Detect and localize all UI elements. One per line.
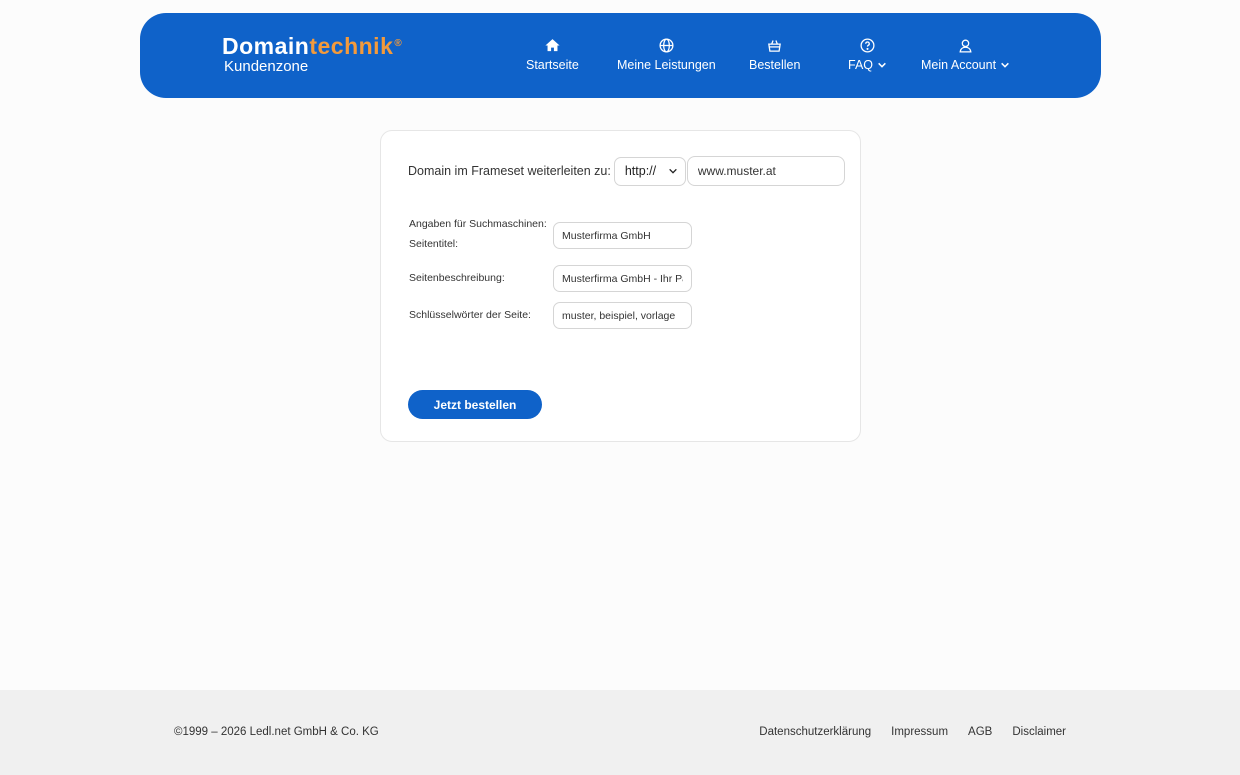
- nav-label: FAQ: [848, 58, 887, 72]
- chevron-down-icon: [878, 62, 886, 68]
- protocol-select[interactable]: http://: [613, 156, 686, 186]
- help-circle-icon: [860, 38, 875, 53]
- nav-label: Meine Leistungen: [617, 58, 716, 72]
- redirect-label: Domain im Frameset weiterleiten zu:: [408, 164, 611, 178]
- site-header: Domaintechnik® Kundenzone Startseite Mei…: [140, 13, 1101, 98]
- redirect-url-input[interactable]: [686, 156, 845, 186]
- copyright: ©1999 – 2026 Ledl.net GmbH & Co. KG: [174, 726, 379, 738]
- protocol-select-value: http://: [624, 164, 657, 178]
- nav-label: Bestellen: [749, 58, 801, 72]
- order-form-card: Domain im Frameset weiterleiten zu: http…: [380, 130, 861, 442]
- basket-icon: [768, 40, 782, 52]
- footer-link-disclaimer[interactable]: Disclaimer: [1012, 726, 1066, 738]
- site-footer: ©1999 – 2026 Ledl.net GmbH & Co. KG Date…: [0, 690, 1240, 775]
- nav-mein-account[interactable]: Mein Account: [921, 37, 1010, 72]
- chevron-down-icon: [1001, 62, 1009, 68]
- user-icon: [959, 39, 972, 53]
- redirect-row: Domain im Frameset weiterleiten zu: http…: [408, 156, 845, 186]
- keywords-label: Schlüsselwörter der Seite:: [409, 309, 531, 321]
- footer-link-datenschutz[interactable]: Datenschutzerklärung: [759, 726, 871, 738]
- nav-meine-leistungen[interactable]: Meine Leistungen: [617, 37, 716, 72]
- description-input[interactable]: [553, 265, 692, 292]
- nav-label: Mein Account: [921, 58, 1010, 72]
- nav-bestellen[interactable]: Bestellen: [749, 37, 800, 72]
- nav-faq[interactable]: FAQ: [848, 37, 887, 72]
- chevron-down-icon: [669, 168, 677, 174]
- title-input[interactable]: [553, 222, 692, 249]
- footer-links: Datenschutzerklärung Impressum AGB Discl…: [759, 726, 1066, 738]
- title-label: Seitentitel:: [409, 238, 459, 250]
- footer-link-agb[interactable]: AGB: [968, 726, 992, 738]
- home-icon: [545, 39, 560, 52]
- nav-label: Startseite: [526, 58, 579, 72]
- nav-startseite[interactable]: Startseite: [526, 37, 579, 72]
- globe-icon: [659, 38, 674, 53]
- keywords-input[interactable]: [553, 302, 692, 329]
- order-button[interactable]: Jetzt bestellen: [408, 390, 542, 419]
- main-nav: Startseite Meine Leistungen Bestellen FA…: [140, 13, 1101, 98]
- seo-heading: Angaben für Suchmaschinen:: [409, 218, 547, 230]
- footer-link-impressum[interactable]: Impressum: [891, 726, 948, 738]
- description-label: Seitenbeschreibung:: [409, 272, 505, 284]
